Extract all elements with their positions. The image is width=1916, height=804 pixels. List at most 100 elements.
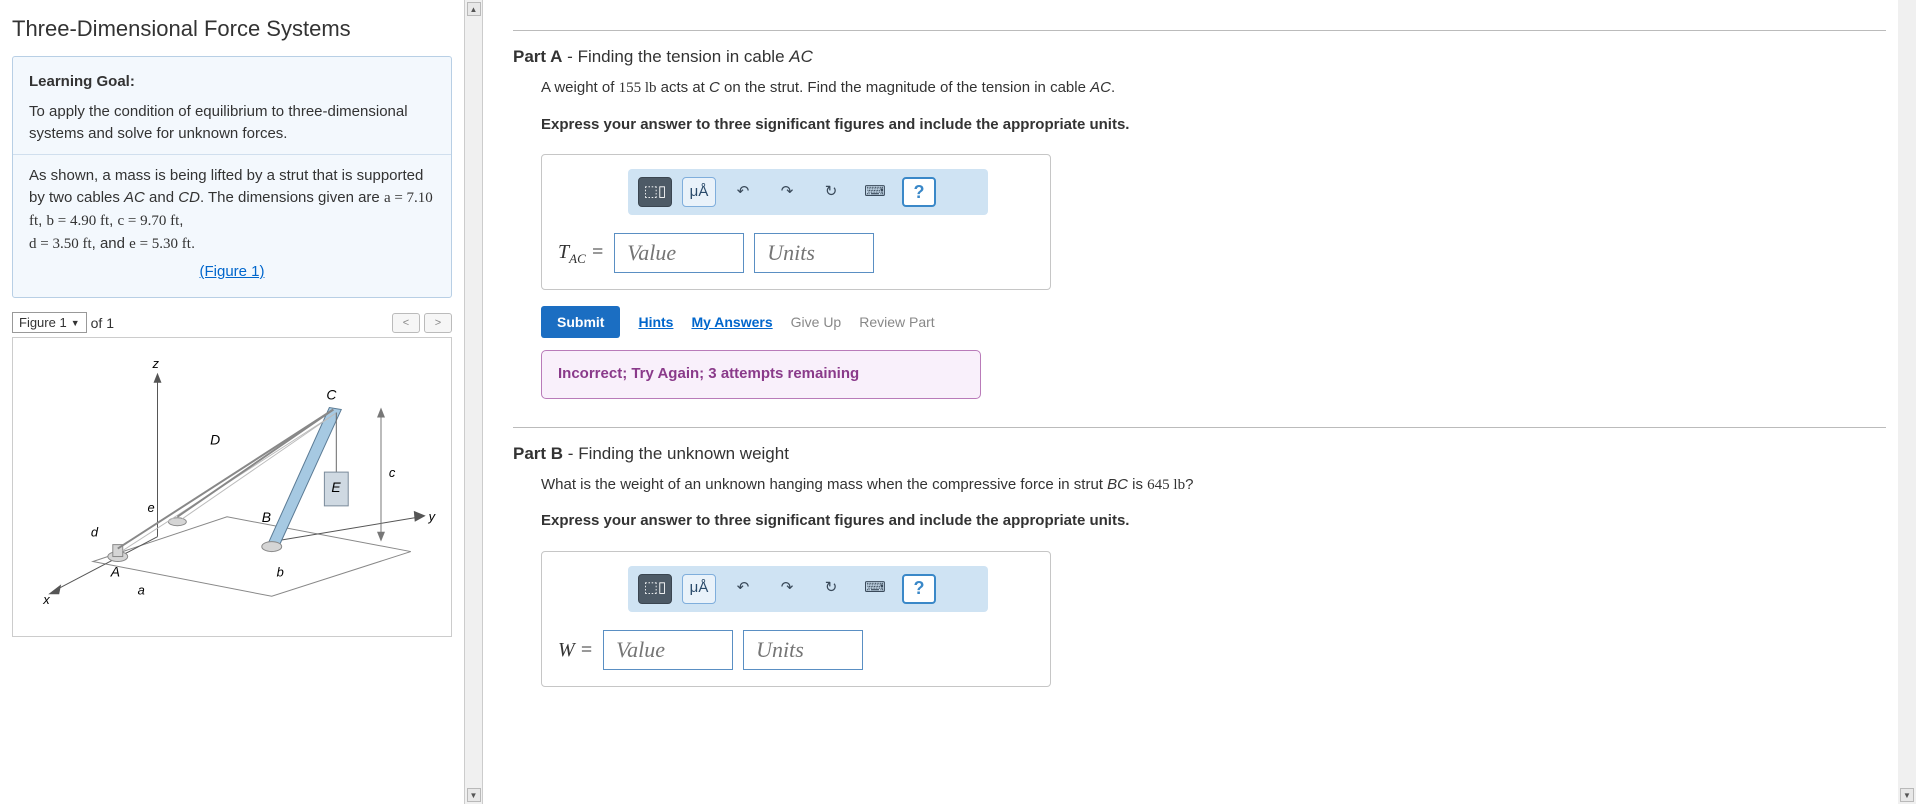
my-answers-link-a[interactable]: My Answers bbox=[691, 312, 772, 333]
svg-text:D: D bbox=[210, 431, 220, 447]
svg-text:E: E bbox=[331, 479, 341, 495]
keyboard-button[interactable]: ⌨ bbox=[858, 177, 892, 207]
left-scrollbar[interactable]: ▲ ▼ bbox=[465, 0, 483, 804]
reset-icon-b: ↻ bbox=[825, 577, 838, 600]
qb-force: 645 lb bbox=[1147, 477, 1185, 493]
svg-text:A: A bbox=[110, 563, 120, 579]
chevron-down-icon: ▼ bbox=[71, 318, 80, 328]
part-b-label: Part B bbox=[513, 444, 563, 463]
figure-next-button[interactable]: > bbox=[424, 313, 452, 333]
help-button-b[interactable]: ? bbox=[902, 574, 936, 604]
undo-button[interactable]: ↶ bbox=[726, 177, 760, 207]
goal-cd: CD bbox=[178, 189, 200, 206]
svg-text:x: x bbox=[42, 592, 50, 607]
redo-button[interactable]: ↷ bbox=[770, 177, 804, 207]
redo-button-b[interactable]: ↷ bbox=[770, 574, 804, 604]
give-up-a[interactable]: Give Up bbox=[791, 312, 842, 333]
part-a-question: A weight of 155 lb acts at C on the stru… bbox=[541, 77, 1886, 100]
help-icon: ? bbox=[914, 179, 925, 206]
dim-d: d = 3.50 ft bbox=[29, 236, 92, 252]
part-a-body: A weight of 155 lb acts at C on the stru… bbox=[541, 77, 1886, 399]
svg-text:y: y bbox=[428, 509, 437, 524]
qa-point: C bbox=[709, 79, 720, 96]
qa-cable: AC bbox=[1090, 79, 1111, 96]
right-panel: Part A - Finding the tension in cable AC… bbox=[483, 0, 1916, 804]
qa-mid: acts at bbox=[656, 79, 709, 96]
units-button[interactable]: μÅ bbox=[682, 177, 716, 207]
redo-icon-b: ↷ bbox=[781, 577, 794, 600]
submit-button-a[interactable]: Submit bbox=[541, 306, 620, 338]
value-input-b[interactable] bbox=[603, 630, 733, 670]
units-icon-b: μÅ bbox=[690, 577, 709, 600]
part-b-sep: - bbox=[563, 444, 578, 463]
var-w-text: W bbox=[558, 639, 575, 661]
scroll-down-icon[interactable]: ▼ bbox=[467, 788, 481, 802]
qa-post: on the strut. Find the magnitude of the … bbox=[720, 79, 1090, 96]
figure-select[interactable]: Figure 1 ▼ bbox=[12, 312, 87, 333]
left-panel: Three-Dimensional Force Systems Learning… bbox=[0, 0, 465, 804]
figure-image: z x y A B bbox=[12, 337, 452, 637]
svg-text:e: e bbox=[148, 500, 155, 515]
part-b-answer-box: ⬚▯ μÅ ↶ ↷ ↻ ⌨ ? W = bbox=[541, 551, 1051, 687]
units-input-b[interactable] bbox=[743, 630, 863, 670]
review-part-a[interactable]: Review Part bbox=[859, 312, 934, 333]
svg-text:c: c bbox=[389, 465, 396, 480]
qb-strut: BC bbox=[1107, 476, 1128, 493]
dim-b: b = 4.90 ft bbox=[47, 213, 110, 229]
units-button-b[interactable]: μÅ bbox=[682, 574, 716, 604]
redo-icon: ↷ bbox=[781, 181, 794, 204]
undo-icon-b: ↶ bbox=[737, 577, 750, 600]
figure-link[interactable]: (Figure 1) bbox=[29, 261, 435, 283]
reset-icon: ↻ bbox=[825, 181, 838, 204]
part-a-toolbar: ⬚▯ μÅ ↶ ↷ ↻ ⌨ ? bbox=[628, 169, 988, 215]
templates-button-b[interactable]: ⬚▯ bbox=[638, 574, 672, 604]
var-ac: AC bbox=[569, 251, 586, 266]
keyboard-icon-b: ⌨ bbox=[864, 577, 886, 600]
svg-text:b: b bbox=[277, 564, 284, 579]
value-input-a[interactable] bbox=[614, 233, 744, 273]
figure-prev-button[interactable]: < bbox=[392, 313, 420, 333]
scroll-up-icon[interactable]: ▲ bbox=[467, 2, 481, 16]
goal-text-1: To apply the condition of equilibrium to… bbox=[29, 101, 435, 145]
units-icon: μÅ bbox=[690, 181, 709, 204]
part-a-instruction: Express your answer to three significant… bbox=[541, 114, 1886, 137]
reset-button[interactable]: ↻ bbox=[814, 177, 848, 207]
scroll-down-icon-right[interactable]: ▼ bbox=[1900, 788, 1914, 802]
var-tac: TAC = bbox=[558, 237, 604, 269]
dim-e: e = 5.30 ft bbox=[129, 236, 191, 252]
units-input-a[interactable] bbox=[754, 233, 874, 273]
qb-pre: What is the weight of an unknown hanging… bbox=[541, 476, 1107, 493]
goal-and: and bbox=[145, 189, 178, 206]
undo-button-b[interactable]: ↶ bbox=[726, 574, 760, 604]
part-a-label: Part A bbox=[513, 47, 562, 66]
goal-post: . The dimensions given are bbox=[200, 189, 384, 206]
var-t: T bbox=[558, 241, 569, 263]
page-title: Three-Dimensional Force Systems bbox=[12, 16, 452, 42]
part-a-submit-row: Submit Hints My Answers Give Up Review P… bbox=[541, 306, 1886, 338]
templates-button[interactable]: ⬚▯ bbox=[638, 177, 672, 207]
part-b-instruction: Express your answer to three significant… bbox=[541, 510, 1886, 533]
qb-end: ? bbox=[1185, 476, 1193, 493]
templates-icon: ⬚▯ bbox=[644, 181, 666, 204]
goal-ac: AC bbox=[124, 189, 145, 206]
part-b-question: What is the weight of an unknown hanging… bbox=[541, 474, 1886, 497]
svg-text:z: z bbox=[152, 356, 160, 371]
figure-nav: Figure 1 ▼ of 1 < > bbox=[12, 312, 452, 333]
part-a-answer-box: ⬚▯ μÅ ↶ ↷ ↻ ⌨ ? TAC = bbox=[541, 154, 1051, 290]
right-scrollbar[interactable]: ▼ bbox=[1898, 0, 1916, 804]
var-w: W = bbox=[558, 635, 593, 665]
goal-heading: Learning Goal: bbox=[29, 73, 135, 90]
figure-svg: z x y A B bbox=[13, 338, 451, 636]
qb-mid: is bbox=[1128, 476, 1147, 493]
learning-goal-box: Learning Goal: To apply the condition of… bbox=[12, 56, 452, 298]
hints-link-a[interactable]: Hints bbox=[638, 312, 673, 333]
svg-text:B: B bbox=[262, 509, 271, 525]
var-eq-b: = bbox=[575, 639, 594, 661]
reset-button-b[interactable]: ↻ bbox=[814, 574, 848, 604]
help-button[interactable]: ? bbox=[902, 177, 936, 207]
figure-select-label: Figure 1 bbox=[19, 315, 67, 330]
part-a-sep: - bbox=[562, 47, 577, 66]
svg-text:a: a bbox=[138, 582, 145, 597]
keyboard-button-b[interactable]: ⌨ bbox=[858, 574, 892, 604]
part-b-subtitle: Finding the unknown weight bbox=[578, 444, 789, 463]
